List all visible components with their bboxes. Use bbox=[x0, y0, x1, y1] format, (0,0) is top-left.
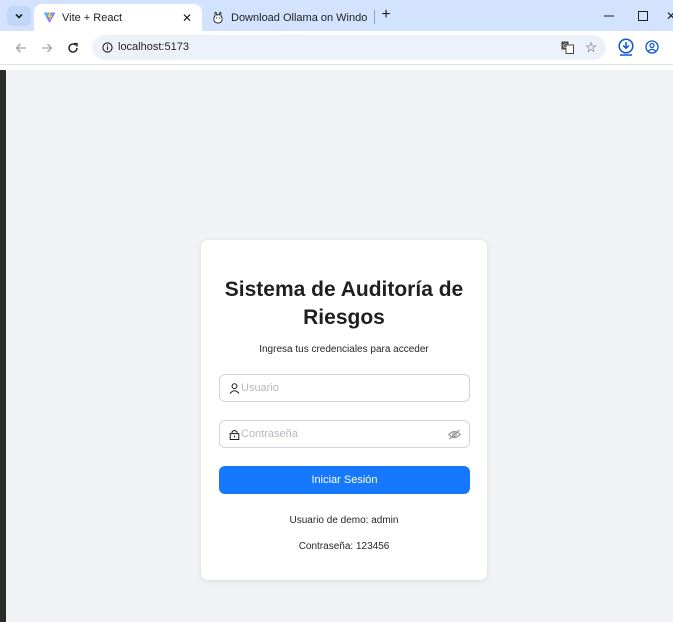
window-close-icon[interactable]: ✕ bbox=[666, 9, 673, 23]
tab-title: Download Ollama on Windows bbox=[231, 11, 367, 24]
maximize-icon[interactable] bbox=[636, 9, 650, 23]
ollama-logo-icon bbox=[211, 11, 225, 25]
site-info-icon[interactable] bbox=[100, 40, 114, 54]
new-tab-button[interactable]: + bbox=[378, 6, 394, 23]
profile-icon[interactable] bbox=[643, 38, 661, 56]
eye-invisible-icon[interactable] bbox=[447, 428, 461, 440]
password-input[interactable] bbox=[241, 421, 446, 447]
tab-ollama[interactable]: Download Ollama on Windows bbox=[203, 4, 375, 31]
close-tab-icon[interactable]: ✕ bbox=[180, 11, 194, 25]
username-input[interactable] bbox=[241, 375, 446, 401]
page-viewport: Sistema de Auditoría de Riesgos Ingresa … bbox=[6, 70, 673, 622]
address-bar[interactable]: localhost:5173 G ☆ bbox=[92, 35, 606, 60]
page-title: Sistema de Auditoría de Riesgos bbox=[224, 278, 464, 329]
url-text: localhost:5173 bbox=[118, 41, 189, 53]
translate-icon[interactable]: G bbox=[560, 40, 574, 54]
username-field[interactable] bbox=[219, 374, 470, 402]
tab-strip: Vite + React ✕ Download Ollama on Window… bbox=[0, 0, 673, 31]
tab-vite-react[interactable]: Vite + React ✕ bbox=[34, 4, 202, 31]
back-arrow-icon[interactable] bbox=[11, 38, 31, 58]
tab-title: Vite + React bbox=[62, 11, 123, 24]
minimize-icon[interactable] bbox=[602, 9, 616, 23]
lock-icon bbox=[228, 428, 240, 440]
svg-text:G: G bbox=[563, 43, 568, 50]
download-icon[interactable] bbox=[616, 37, 636, 57]
browser-toolbar: localhost:5173 G ☆ bbox=[0, 31, 673, 64]
tab-search-button[interactable] bbox=[7, 6, 31, 26]
vite-logo-icon bbox=[42, 11, 56, 25]
page-subtitle: Ingresa tus credenciales para acceder bbox=[259, 344, 429, 355]
chevron-down-icon bbox=[15, 13, 23, 19]
demo-username-text: Usuario de demo: admin bbox=[289, 515, 399, 526]
login-card: Sistema de Auditoría de Riesgos Ingresa … bbox=[201, 240, 487, 580]
demo-password-text: Contraseña: 123456 bbox=[298, 541, 390, 552]
user-icon bbox=[228, 382, 240, 394]
bookmark-star-icon[interactable]: ☆ bbox=[583, 39, 599, 55]
tab-separator bbox=[374, 10, 375, 24]
reload-icon[interactable] bbox=[63, 38, 83, 58]
forward-arrow-icon[interactable] bbox=[37, 38, 57, 58]
toolbar-divider bbox=[0, 64, 673, 65]
login-button[interactable]: Iniciar Sesión bbox=[219, 466, 470, 494]
password-field[interactable] bbox=[219, 420, 470, 448]
